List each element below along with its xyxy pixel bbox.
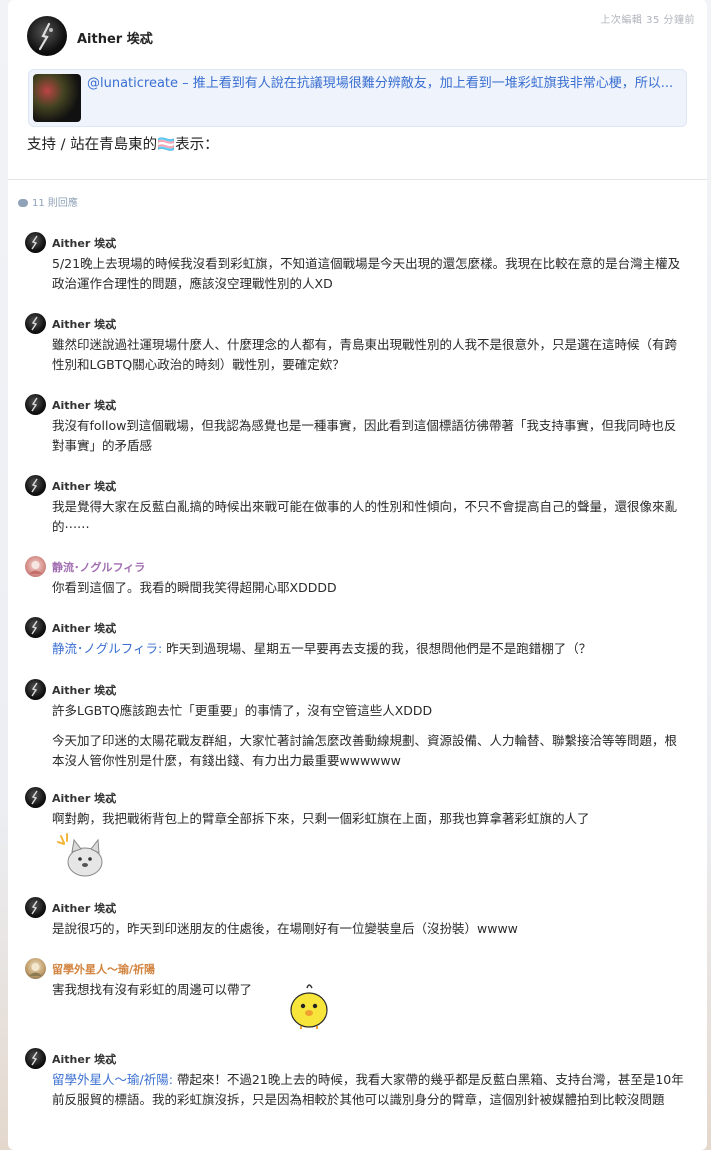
post-card: Aither 埃忒 上次編輯 35 分鐘前 @lunaticreate – 推上… — [8, 0, 707, 1150]
commenter-avatar[interactable] — [25, 475, 46, 496]
commenter-avatar[interactable] — [25, 313, 46, 334]
comment-text: 啊對齁，我把戰術背包上的臂章全部拆下來，只剩一個彩虹旗在上面，那我也算拿著彩虹旗… — [52, 809, 688, 829]
comment-paragraph: 雖然印迷說過社運現場什麼人、什麼理念的人都有，青島東出現戰性別的人我不是很意外，… — [52, 337, 678, 372]
comment-text: 5/21晚上去現場的時候我沒看到彩虹旗，不知道這個戰場是今天出現的還怎麼樣。我現… — [52, 254, 688, 294]
comment-paragraph: 許多LGBTQ應該跑去忙「更重要」的事情了，沒有空管這些人XDDD — [52, 703, 433, 718]
comment-text: 害我想找有沒有彩虹的周邊可以帶了 — [52, 980, 688, 1000]
comment-paragraph: 5/21晚上去現場的時候我沒看到彩虹旗，不知道這個戰場是今天出現的還怎麼樣。我現… — [52, 256, 681, 291]
edit-timestamp: 上次編輯 35 分鐘前 — [600, 15, 695, 26]
commenter-avatar[interactable] — [25, 679, 46, 700]
quoted-post[interactable]: @lunaticreate – 推上看到有人說在抗議現場很難分辨敵友，加上看到一… — [28, 69, 687, 127]
commenter-avatar[interactable] — [25, 617, 46, 638]
comment-text: 是說很巧的，昨天到印迷朋友的住處後，在場剛好有一位變裝皇后（沒扮裝）wwww — [52, 919, 688, 939]
post-author-name[interactable]: Aither 埃忒 — [77, 28, 153, 47]
comment-paragraph: 是說很巧的，昨天到印迷朋友的住處後，在場剛好有一位變裝皇后（沒扮裝）wwww — [52, 921, 518, 936]
dog-sticker-icon — [55, 832, 107, 878]
comment-paragraph: 今天加了印迷的太陽花戰友群組，大家忙著討論怎麼改善動線規劃、資源設備、人力輪替、… — [52, 733, 678, 768]
comment-text: 雖然印迷說過社運現場什麼人、什麼理念的人都有，青島東出現戰性別的人我不是很意外，… — [52, 335, 688, 375]
author-avatar[interactable] — [27, 16, 67, 56]
post-body-text: 支持 / 站在青島東的🏳‍⚧表示： — [27, 137, 219, 153]
comment-text: 你看到這個了。我看的瞬間我笑得超開心耶XDDDD — [52, 578, 688, 598]
post-header: Aither 埃忒 上次編輯 35 分鐘前 @lunaticreate – 推上… — [8, 0, 707, 180]
commenter-name[interactable]: Aither 埃忒 — [52, 790, 116, 806]
chick-sticker-icon — [287, 982, 331, 1030]
commenter-name[interactable]: Aither 埃忒 — [52, 900, 116, 916]
commenter-name[interactable]: Aither 埃忒 — [52, 316, 116, 332]
commenter-name[interactable]: Aither 埃忒 — [52, 682, 116, 698]
commenter-name[interactable]: 静流･ノグルフィラ — [52, 559, 145, 575]
comment-text: 我是覺得大家在反藍白亂搞的時候出來戰可能在做事的人的性別和性傾向，不只不會提高自… — [52, 497, 688, 537]
quoted-post-thumbnail — [33, 74, 81, 122]
comment-body: 昨天到過現場、星期五一早要再去支援的我，很想問他們是不是跑錯棚了（？ — [162, 641, 592, 656]
mention-link[interactable]: 留學外星人～瑜/祈陽: — [52, 1072, 173, 1087]
comment-paragraph: 我是覺得大家在反藍白亂搞的時候出來戰可能在做事的人的性別和性傾向，不只不會提高自… — [52, 499, 678, 534]
quoted-post-text[interactable]: @lunaticreate – 推上看到有人說在抗議現場很難分辨敵友，加上看到一… — [87, 74, 683, 94]
commenter-avatar[interactable] — [25, 556, 46, 577]
comment-paragraph: 我沒有follow到這個戰場，但我認為感覺也是一種事實，因此看到這個標語彷彿帶著… — [52, 418, 677, 453]
commenter-avatar[interactable] — [25, 958, 46, 979]
reply-count[interactable]: 11 則回應 — [18, 194, 78, 209]
commenter-avatar[interactable] — [25, 394, 46, 415]
comment-paragraph: 害我想找有沒有彩虹的周邊可以帶了 — [52, 982, 253, 997]
commenter-avatar[interactable] — [25, 1048, 46, 1069]
comment-text: 我沒有follow到這個戰場，但我認為感覺也是一種事實，因此看到這個標語彷彿帶著… — [52, 416, 688, 456]
commenter-name[interactable]: Aither 埃忒 — [52, 478, 116, 494]
commenter-avatar[interactable] — [25, 232, 46, 253]
comment-paragraph: 静流･ノグルフィラ: 昨天到過現場、星期五一早要再去支援的我，很想問他們是不是跑… — [52, 639, 688, 659]
commenter-name[interactable]: Aither 埃忒 — [52, 1051, 116, 1067]
speech-bubble-icon — [18, 199, 28, 207]
comment-text: 許多LGBTQ應該跑去忙「更重要」的事情了，沒有空管這些人XDDD 今天加了印迷… — [52, 701, 688, 771]
comment-text: 静流･ノグルフィラ: 昨天到過現場、星期五一早要再去支援的我，很想問他們是不是跑… — [52, 639, 688, 659]
comment-paragraph: 你看到這個了。我看的瞬間我笑得超開心耶XDDDD — [52, 580, 337, 595]
comment-text: 留學外星人～瑜/祈陽: 帶起來！不過21晚上去的時候，我看大家帶的幾乎都是反藍白… — [52, 1070, 688, 1110]
commenter-name[interactable]: Aither 埃忒 — [52, 397, 116, 413]
comment-paragraph: 留學外星人～瑜/祈陽: 帶起來！不過21晚上去的時候，我看大家帶的幾乎都是反藍白… — [52, 1070, 688, 1110]
mention-link[interactable]: 静流･ノグルフィラ: — [52, 641, 162, 656]
commenter-avatar[interactable] — [25, 897, 46, 918]
commenter-avatar[interactable] — [25, 787, 46, 808]
reply-count-label: 11 則回應 — [32, 198, 78, 209]
commenter-name[interactable]: Aither 埃忒 — [52, 235, 116, 251]
comment-paragraph: 啊對齁，我把戰術背包上的臂章全部拆下來，只剩一個彩虹旗在上面，那我也算拿著彩虹旗… — [52, 811, 590, 826]
commenter-name[interactable]: Aither 埃忒 — [52, 620, 116, 636]
commenter-name[interactable]: 留學外星人～瑜/祈陽 — [52, 961, 155, 977]
